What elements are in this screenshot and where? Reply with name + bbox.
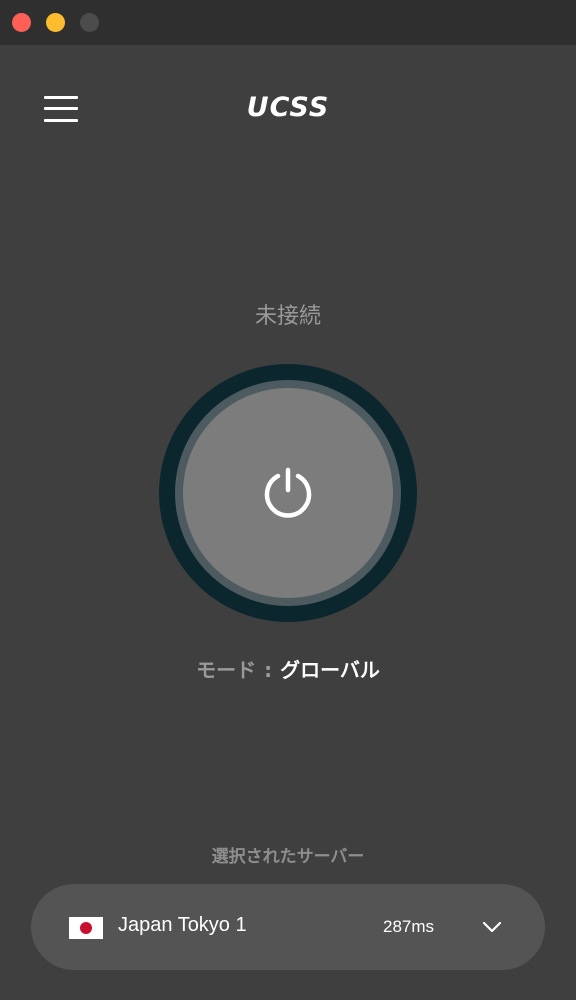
flag-sun <box>80 922 92 934</box>
server-latency: 287ms <box>383 917 435 936</box>
selected-server-label: 選択されたサーバー <box>211 847 365 867</box>
mode-value[interactable]: グローバル <box>280 658 380 682</box>
power-ring <box>159 364 417 622</box>
mode-label: モード <box>196 658 257 682</box>
window-maximize-button[interactable] <box>80 13 99 32</box>
server-selector[interactable]: Japan Tokyo 1 287ms <box>31 884 545 970</box>
chevron-down-icon[interactable] <box>482 920 502 934</box>
power-button[interactable] <box>183 388 393 598</box>
connection-status: 未接続 <box>254 304 321 329</box>
power-ring-inner <box>175 380 401 606</box>
window-titlebar <box>0 0 576 45</box>
mode-indicator: モード: グローバル <box>0 654 576 683</box>
window-minimize-button[interactable] <box>46 13 65 32</box>
app-logo: UCSS <box>246 92 330 123</box>
mode-separator: : <box>264 658 273 682</box>
power-icon <box>264 467 312 518</box>
window-close-button[interactable] <box>12 13 31 32</box>
japan-flag-icon <box>69 917 103 939</box>
server-name: Japan Tokyo 1 <box>118 914 247 936</box>
